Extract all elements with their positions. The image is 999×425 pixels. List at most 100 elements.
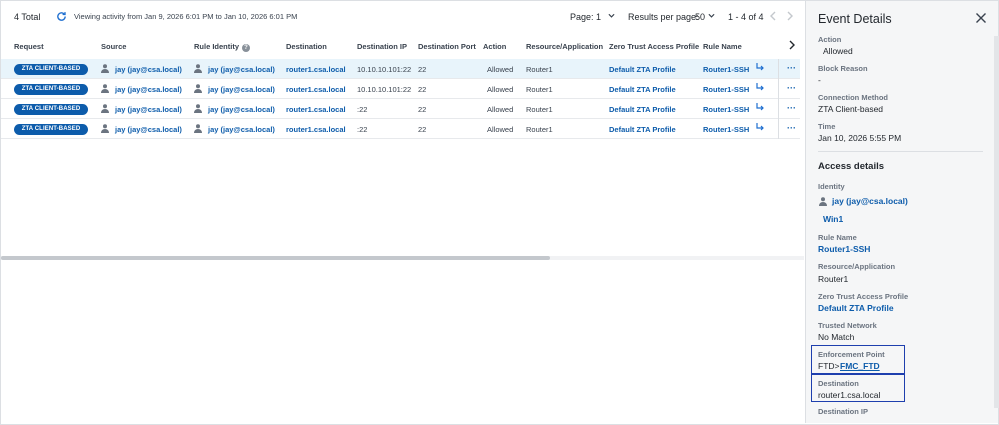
- profile-link[interactable]: Default ZTA Profile: [609, 65, 676, 74]
- go-to-rule-icon[interactable]: [755, 82, 765, 92]
- profile-link[interactable]: Default ZTA Profile: [609, 105, 676, 114]
- activity-panel: 4 Total Viewing activity from Jan 9, 202…: [1, 1, 804, 423]
- page-label: Page:: [570, 12, 594, 22]
- col-request[interactable]: Request: [14, 42, 44, 51]
- help-icon[interactable]: ?: [242, 44, 251, 52]
- trusted-network-value: No Match: [818, 332, 855, 342]
- destination-link[interactable]: router1.csa.local: [286, 85, 346, 94]
- rule-link[interactable]: Router1-SSH: [703, 105, 749, 114]
- refresh-icon[interactable]: [56, 11, 67, 22]
- user-icon: [101, 64, 109, 73]
- rule-link[interactable]: Router1-SSH: [703, 65, 749, 74]
- section-divider: [818, 151, 983, 152]
- vertical-scrollbar[interactable]: [994, 36, 999, 408]
- pagination-range: 1 - 4 of 4: [728, 12, 764, 22]
- destination-port: 22: [418, 125, 427, 134]
- table-row[interactable]: ZTA CLIENT-BASED jay (jay@csa.local) jay…: [1, 59, 800, 79]
- destination-port: 22: [418, 85, 427, 94]
- resource-value: Router1: [526, 105, 553, 114]
- previous-page-icon[interactable]: [768, 10, 778, 22]
- identity-link[interactable]: jay (jay@csa.local): [208, 125, 275, 134]
- identity-link[interactable]: jay (jay@csa.local): [208, 105, 275, 114]
- action-value: Allowed: [487, 105, 514, 114]
- row-actions-menu[interactable]: ···: [787, 63, 796, 73]
- user-icon: [194, 84, 202, 93]
- col-destination-ip[interactable]: Destination IP: [357, 42, 407, 51]
- identity-link[interactable]: jay (jay@csa.local): [832, 196, 908, 206]
- identity-link[interactable]: jay (jay@csa.local): [208, 65, 275, 74]
- scroll-right-icon[interactable]: [788, 40, 796, 50]
- source-link[interactable]: jay (jay@csa.local): [115, 85, 182, 94]
- col-rule-identity-label: Rule Identity: [194, 42, 240, 51]
- identity-link[interactable]: jay (jay@csa.local): [208, 85, 275, 94]
- request-badge: ZTA CLIENT-BASED: [14, 64, 88, 75]
- col-destination[interactable]: Destination: [286, 42, 327, 51]
- destination-link[interactable]: router1.csa.local: [286, 125, 346, 134]
- connection-method-label: Connection Method: [818, 93, 888, 102]
- source-link[interactable]: jay (jay@csa.local): [115, 125, 182, 134]
- time-range-text: Viewing activity from Jan 9, 2026 6:01 P…: [74, 12, 298, 21]
- close-icon[interactable]: [975, 12, 987, 24]
- go-to-rule-icon[interactable]: [755, 62, 765, 72]
- user-icon: [194, 64, 202, 73]
- user-icon: [194, 104, 202, 113]
- user-icon: [101, 84, 109, 93]
- horizontal-scrollbar-thumb[interactable]: [1, 256, 550, 260]
- col-destination-port[interactable]: Destination Port: [418, 42, 476, 51]
- chevron-down-icon[interactable]: [608, 13, 615, 19]
- row-actions-menu[interactable]: ···: [787, 83, 796, 93]
- row-actions-menu[interactable]: ···: [787, 123, 796, 133]
- event-details-panel: Event Details Action Allowed Block Reaso…: [805, 1, 999, 423]
- next-page-icon[interactable]: [785, 10, 795, 22]
- go-to-rule-icon[interactable]: [755, 122, 765, 132]
- rule-link[interactable]: Router1-SSH: [703, 125, 749, 134]
- profile-link[interactable]: Default ZTA Profile: [609, 125, 676, 134]
- block-reason-value: -: [818, 75, 821, 85]
- destination-link[interactable]: router1.csa.local: [286, 105, 346, 114]
- table-row[interactable]: ZTA CLIENT-BASED jay (jay@csa.local) jay…: [1, 79, 800, 99]
- page-select[interactable]: 1: [596, 12, 601, 22]
- col-rule-identity[interactable]: Rule Identity?: [194, 42, 251, 52]
- time-label: Time: [818, 122, 836, 131]
- rule-link[interactable]: Router1-SSH: [703, 85, 749, 94]
- destination-port: 22: [418, 105, 427, 114]
- destination-ip: :22: [357, 105, 368, 114]
- go-to-rule-icon[interactable]: [755, 102, 765, 112]
- block-reason-label: Block Reason: [818, 64, 868, 73]
- trusted-network-label: Trusted Network: [818, 321, 877, 330]
- source-link[interactable]: jay (jay@csa.local): [115, 65, 182, 74]
- row-actions-menu[interactable]: ···: [787, 103, 796, 113]
- enforcement-point-link[interactable]: FMC_FTD: [840, 361, 880, 371]
- device-link[interactable]: Win1: [823, 214, 843, 224]
- col-zta-profile[interactable]: Zero Trust Access Profile: [609, 42, 699, 51]
- source-link[interactable]: jay (jay@csa.local): [115, 105, 182, 114]
- resource-value: Router1: [526, 125, 553, 134]
- destination-value: router1.csa.local: [818, 390, 881, 400]
- table-row[interactable]: ZTA CLIENT-BASED jay (jay@csa.local) jay…: [1, 119, 800, 139]
- col-rule-name[interactable]: Rule Name: [703, 42, 742, 51]
- connection-method-value: ZTA Client-based: [818, 104, 884, 114]
- table-header: Request Source Rule Identity? Destinatio…: [1, 36, 804, 58]
- request-badge: ZTA CLIENT-BASED: [14, 124, 88, 135]
- profile-link[interactable]: Default ZTA Profile: [818, 303, 894, 313]
- table-row[interactable]: ZTA CLIENT-BASED jay (jay@csa.local) jay…: [1, 99, 800, 119]
- rule-name-link[interactable]: Router1-SSH: [818, 244, 870, 254]
- destination-link[interactable]: router1.csa.local: [286, 65, 346, 74]
- results-per-page-label: Results per page:: [628, 12, 699, 22]
- access-details-heading: Access details: [818, 161, 885, 172]
- destination-ip: 10.10.10.101:22: [357, 65, 412, 74]
- chevron-down-icon[interactable]: [708, 13, 715, 19]
- action-value: Allowed: [487, 125, 514, 134]
- destination-ip-label: Destination IP: [818, 407, 869, 416]
- rule-name-label: Rule Name: [818, 233, 857, 242]
- results-per-page-select[interactable]: 50: [695, 12, 705, 22]
- profile-link[interactable]: Default ZTA Profile: [609, 85, 676, 94]
- destination-ip: :22: [357, 125, 368, 134]
- col-resource[interactable]: Resource/Application: [526, 42, 603, 51]
- enforcement-prefix: FTD>: [818, 361, 840, 371]
- panel-title: Event Details: [818, 12, 892, 26]
- col-action[interactable]: Action: [483, 42, 506, 51]
- column-divider: [778, 59, 779, 79]
- resource-value: Router1: [818, 274, 849, 284]
- col-source[interactable]: Source: [101, 42, 126, 51]
